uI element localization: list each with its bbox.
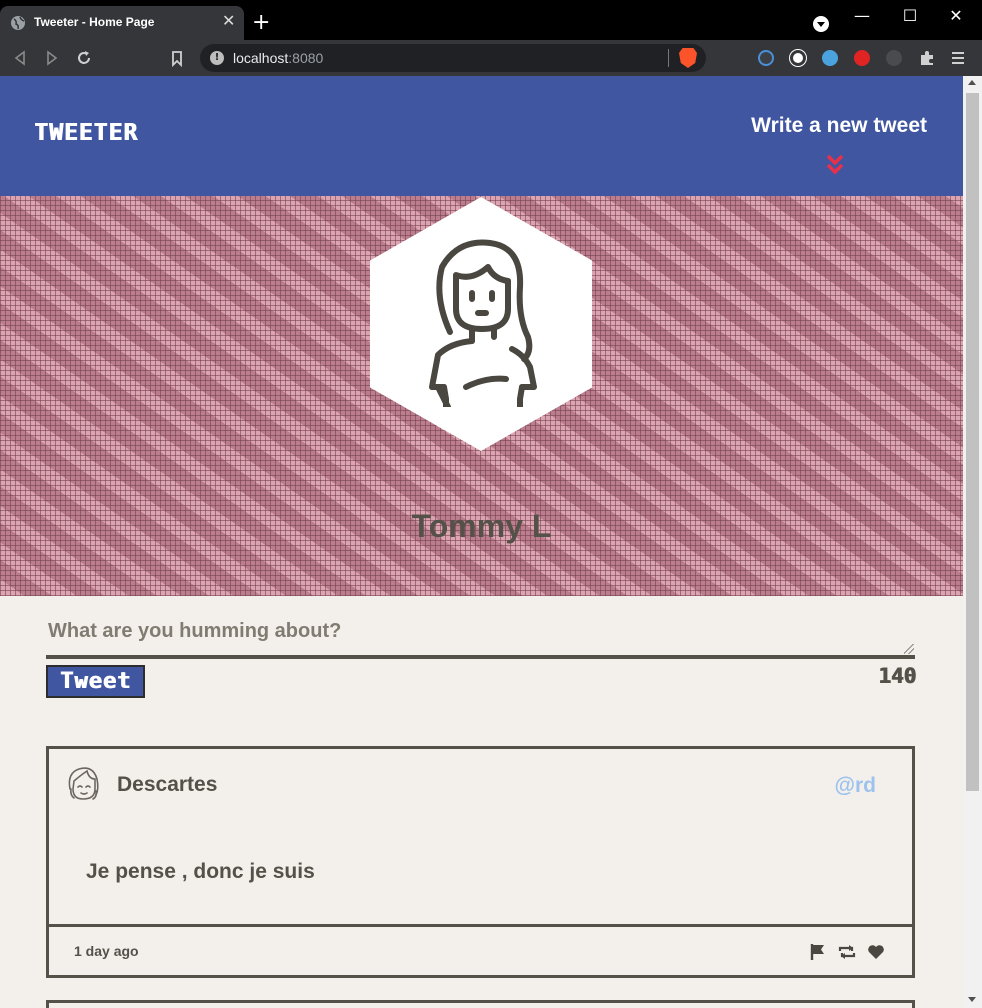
tweet-author-name: Descartes: [117, 773, 218, 796]
top-navbar: Tweeter Write a new tweet: [0, 76, 963, 196]
page-scrollbar[interactable]: [963, 76, 982, 1008]
compose-underline: [46, 655, 915, 659]
tweet-divider: [49, 924, 912, 927]
tweet-submit-button[interactable]: Tweet: [46, 665, 145, 698]
globe-icon: [11, 16, 25, 30]
scroll-up-arrow-icon[interactable]: [968, 80, 976, 85]
brave-shields-icon[interactable]: [679, 48, 697, 68]
tweet-author-handle[interactable]: @rd: [835, 774, 876, 798]
tweet-timestamp: 1 day ago: [74, 943, 139, 959]
character-counter: 140: [878, 664, 916, 688]
site-logo[interactable]: Tweeter: [34, 120, 138, 146]
bookmark-icon[interactable]: [167, 48, 187, 68]
tweet-text: Je pense , donc je suis: [86, 860, 315, 883]
site-info-icon[interactable]: !: [210, 51, 224, 65]
maximize-icon[interactable]: ☐: [900, 6, 920, 25]
browser-tab-bar: Tweeter - Home Page ✕ + — ☐ ✕: [0, 0, 982, 40]
write-new-tweet-button[interactable]: Write a new tweet: [751, 114, 927, 138]
next-tweet-card: [46, 1000, 915, 1008]
retweet-icon[interactable]: [837, 943, 857, 961]
tab-title: Tweeter - Home Page: [34, 15, 155, 29]
forward-icon[interactable]: [42, 48, 62, 68]
search-extension-icon[interactable]: [822, 50, 838, 66]
profile-name: Tommy L: [411, 508, 552, 544]
download-extension-icon[interactable]: [886, 50, 902, 66]
reload-icon[interactable]: [74, 48, 94, 68]
extensions-puzzle-icon[interactable]: [917, 48, 937, 68]
window-close-icon[interactable]: ✕: [946, 6, 966, 25]
wikipedia-extension-icon[interactable]: [790, 50, 806, 66]
extension-icon[interactable]: [758, 50, 774, 66]
page-viewport: Tweeter Write a new tweet: [0, 76, 963, 1008]
scroll-down-arrow-icon[interactable]: [968, 997, 976, 1002]
profile-avatar-frame: [370, 197, 592, 451]
tweet-card: Descartes @rd Je pense , donc je suis 1 …: [46, 746, 915, 978]
browser-toolbar: ! localhost:8080: [0, 40, 982, 76]
heart-icon[interactable]: [867, 943, 885, 961]
address-divider: [668, 49, 669, 67]
back-icon[interactable]: [10, 48, 30, 68]
profile-menu-icon[interactable]: [813, 16, 829, 32]
flag-icon[interactable]: [809, 943, 827, 961]
menu-icon[interactable]: [948, 48, 968, 68]
textarea-resize-handle[interactable]: [904, 644, 914, 654]
url-text: localhost:8080: [233, 50, 324, 66]
profile-avatar: [429, 239, 537, 407]
address-bar[interactable]: ! localhost:8080: [200, 44, 706, 72]
tab-close-icon[interactable]: ✕: [222, 13, 235, 29]
browser-tab[interactable]: Tweeter - Home Page ✕: [0, 6, 244, 40]
scrollbar-thumb[interactable]: [966, 93, 979, 791]
tweet-author-avatar: [68, 767, 99, 800]
new-tab-icon[interactable]: +: [252, 12, 270, 34]
profile-header: Tommy L: [0, 196, 963, 596]
block-extension-icon[interactable]: [854, 50, 870, 66]
tweet-compose-input[interactable]: [46, 620, 915, 654]
minimize-icon[interactable]: —: [852, 6, 872, 25]
double-chevron-down-icon[interactable]: [825, 154, 845, 176]
